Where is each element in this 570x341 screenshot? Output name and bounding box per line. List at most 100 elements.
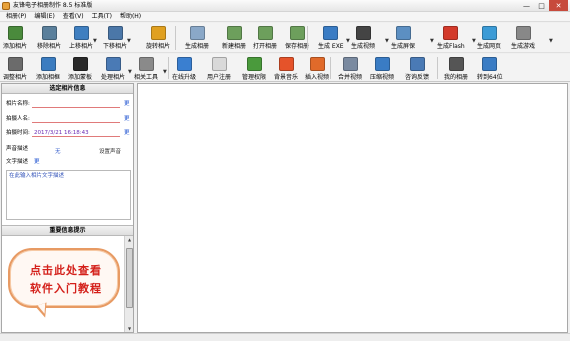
menu-view[interactable]: 查看(V): [59, 12, 88, 21]
photographer-field[interactable]: [32, 116, 120, 123]
dropdown-arrow-icon[interactable]: ▼: [127, 38, 131, 44]
secondary-toolbar: 调整相片 添加相框 添加蒙板 处理相片 ▼ 相关工具 ▼ 在线升级 用户注册 管理权限 背景音乐 插入…: [0, 54, 570, 82]
dropdown-arrow-icon[interactable]: ▼: [549, 38, 553, 44]
webpage-icon: [481, 26, 497, 40]
toolbar-label: 生成 EXE: [318, 43, 344, 50]
toolbar2-button-switch-64[interactable]: 转到64位: [477, 55, 503, 82]
toolbar-button-video[interactable]: 生成视频: [351, 24, 375, 51]
toolbar-button-open-album[interactable]: 打开相册: [253, 24, 277, 51]
toolbar-separator: [330, 57, 331, 79]
toolbar-label: 打开相册: [253, 43, 278, 50]
status-bar: [0, 333, 570, 341]
toolbar2-button-manage-permission[interactable]: 管理权限: [242, 55, 266, 82]
toolbar-label: 添加相片: [3, 43, 28, 50]
toolbar-separator: [307, 26, 308, 50]
toolbar2-label: 压缩视频: [370, 74, 395, 81]
toolbar-button-move-down-photo[interactable]: 下移相片: [103, 24, 127, 51]
menu-tools[interactable]: 工具(T): [88, 12, 116, 21]
toolbar2-button-feedback[interactable]: 咨询反馈: [405, 55, 429, 82]
menu-edit[interactable]: 编辑(E): [30, 12, 58, 21]
toolbar2-button-process-photo[interactable]: 处理相片: [101, 55, 125, 82]
toolbar-button-flash[interactable]: 生成Flash: [437, 24, 465, 51]
menu-album[interactable]: 相册(P): [2, 12, 30, 21]
toolbar2-button-compress-video[interactable]: 压缩视频: [370, 55, 394, 82]
scroll-up-icon[interactable]: ▲: [125, 237, 134, 242]
text-desc-edit-link[interactable]: 更: [34, 158, 40, 167]
toolbar-button-exe[interactable]: 生成 EXE: [318, 24, 344, 51]
toolbar-label: 生成游戏: [511, 43, 536, 50]
photo-name-edit-link[interactable]: 更: [124, 100, 130, 109]
flash-icon: [443, 26, 459, 40]
toolbar2-button-music[interactable]: 背景音乐: [274, 55, 298, 82]
remove-photo-icon: [41, 26, 57, 40]
move-down-photo-icon: [107, 26, 123, 40]
scroll-thumb[interactable]: [126, 248, 133, 308]
dropdown-arrow-icon[interactable]: ▼: [385, 38, 389, 44]
user-register-icon: [211, 57, 227, 71]
toolbar2-button-my-album[interactable]: 我的相册: [444, 55, 468, 82]
main-toolbar: 添加相片 移除相片 上移相片 ▼ 下移相片 ▼ 旋转相片 生成相册 新建相册 打开相册 保存相册 生成…: [0, 23, 570, 53]
insert-video-icon: [309, 57, 325, 71]
tutorial-bubble[interactable]: 点击此处查看 软件入门教程: [8, 248, 120, 308]
album-workspace[interactable]: [137, 83, 568, 333]
text-desc-label: 文字描述: [6, 159, 29, 165]
toolbar-button-new-album[interactable]: 新建相册: [222, 24, 246, 51]
toolbar-button-generate-album[interactable]: 生成相册: [185, 24, 209, 51]
rotate-photo-icon: [150, 26, 166, 40]
tip-line-2: 软件入门教程: [30, 282, 102, 295]
dropdown-arrow-icon[interactable]: ▼: [163, 69, 167, 75]
add-photo-icon: [7, 26, 23, 40]
toolbar2-button-online-upgrade[interactable]: 在线升级: [172, 55, 196, 82]
shoot-time-edit-link[interactable]: 更: [124, 129, 130, 138]
tips-scrollbar[interactable]: ▲ ▼: [124, 236, 133, 332]
toolbar-button-webpage[interactable]: 生成网页: [477, 24, 501, 51]
toolbar2-button-insert-video[interactable]: 插入视频: [305, 55, 329, 82]
photographer-edit-link[interactable]: 更: [124, 115, 130, 124]
toolbar-label: 生成网页: [477, 43, 502, 50]
toolbar2-button-user-register[interactable]: 用户注册: [207, 55, 231, 82]
toolbar-label: 生成视频: [351, 43, 376, 50]
toolbar2-label: 处理相片: [101, 74, 126, 81]
photo-name-field[interactable]: [32, 101, 120, 108]
close-button[interactable]: ✕: [549, 0, 568, 11]
toolbar-label: 旋转相片: [146, 43, 171, 50]
toolbar2-button-add-mask[interactable]: 添加蒙板: [68, 55, 92, 82]
toolbar-button-add-photo[interactable]: 添加相片: [3, 24, 27, 51]
toolbar2-button-merge-video[interactable]: 合并视频: [338, 55, 362, 82]
minimize-button[interactable]: —: [519, 0, 534, 11]
text-desc-input[interactable]: 在此输入相片文字描述: [6, 170, 131, 220]
add-frame-icon: [40, 57, 56, 71]
maximize-button[interactable]: □: [534, 0, 549, 11]
toolbar-label: 移除相片: [37, 43, 62, 50]
dropdown-arrow-icon[interactable]: ▼: [128, 69, 132, 75]
photo-info-panel: 选定相片信息 相片名称: 更 拍摄人名: 更 拍摄时间: 2017/3/21 1…: [1, 83, 134, 333]
new-album-icon: [226, 26, 242, 40]
scroll-down-icon[interactable]: ▼: [125, 326, 134, 331]
manage-permission-icon: [246, 57, 262, 71]
toolbar-button-remove-photo[interactable]: 移除相片: [37, 24, 61, 51]
toolbar-button-game[interactable]: 生成游戏: [511, 24, 535, 51]
text-desc-placeholder: 在此输入相片文字描述: [9, 173, 65, 179]
toolbar2-button-adjust-photo[interactable]: 调整相片: [3, 55, 27, 82]
window-controls: — □ ✕: [519, 0, 568, 11]
set-voice-link[interactable]: 设置声音: [99, 148, 121, 157]
add-mask-icon: [72, 57, 88, 71]
toolbar-button-save-album[interactable]: 保存相册: [285, 24, 309, 51]
toolbar-button-screensaver[interactable]: 生成屏保: [391, 24, 415, 51]
toolbar2-label: 添加相框: [36, 74, 61, 81]
dropdown-arrow-icon[interactable]: ▼: [346, 38, 350, 44]
toolbar-label: 生成屏保: [391, 43, 416, 50]
toolbar-label: 生成Flash: [437, 43, 465, 50]
dropdown-arrow-icon[interactable]: ▼: [430, 38, 434, 44]
toolbar2-button-add-frame[interactable]: 添加相框: [36, 55, 60, 82]
toolbar-button-move-up-photo[interactable]: 上移相片: [69, 24, 93, 51]
dropdown-arrow-icon[interactable]: ▼: [472, 38, 476, 44]
toolbar-label: 上移相片: [69, 43, 94, 50]
panel-header: 选定相片信息: [2, 84, 133, 94]
tutorial-tip[interactable]: 点击此处查看 软件入门教程: [5, 240, 123, 330]
toolbar-label: 下移相片: [103, 43, 128, 50]
menu-help[interactable]: 帮助(H): [116, 12, 145, 21]
toolbar2-button-tools[interactable]: 相关工具: [134, 55, 158, 82]
toolbar-button-rotate-photo[interactable]: 旋转相片: [146, 24, 170, 51]
dropdown-arrow-icon[interactable]: ▼: [93, 38, 97, 44]
